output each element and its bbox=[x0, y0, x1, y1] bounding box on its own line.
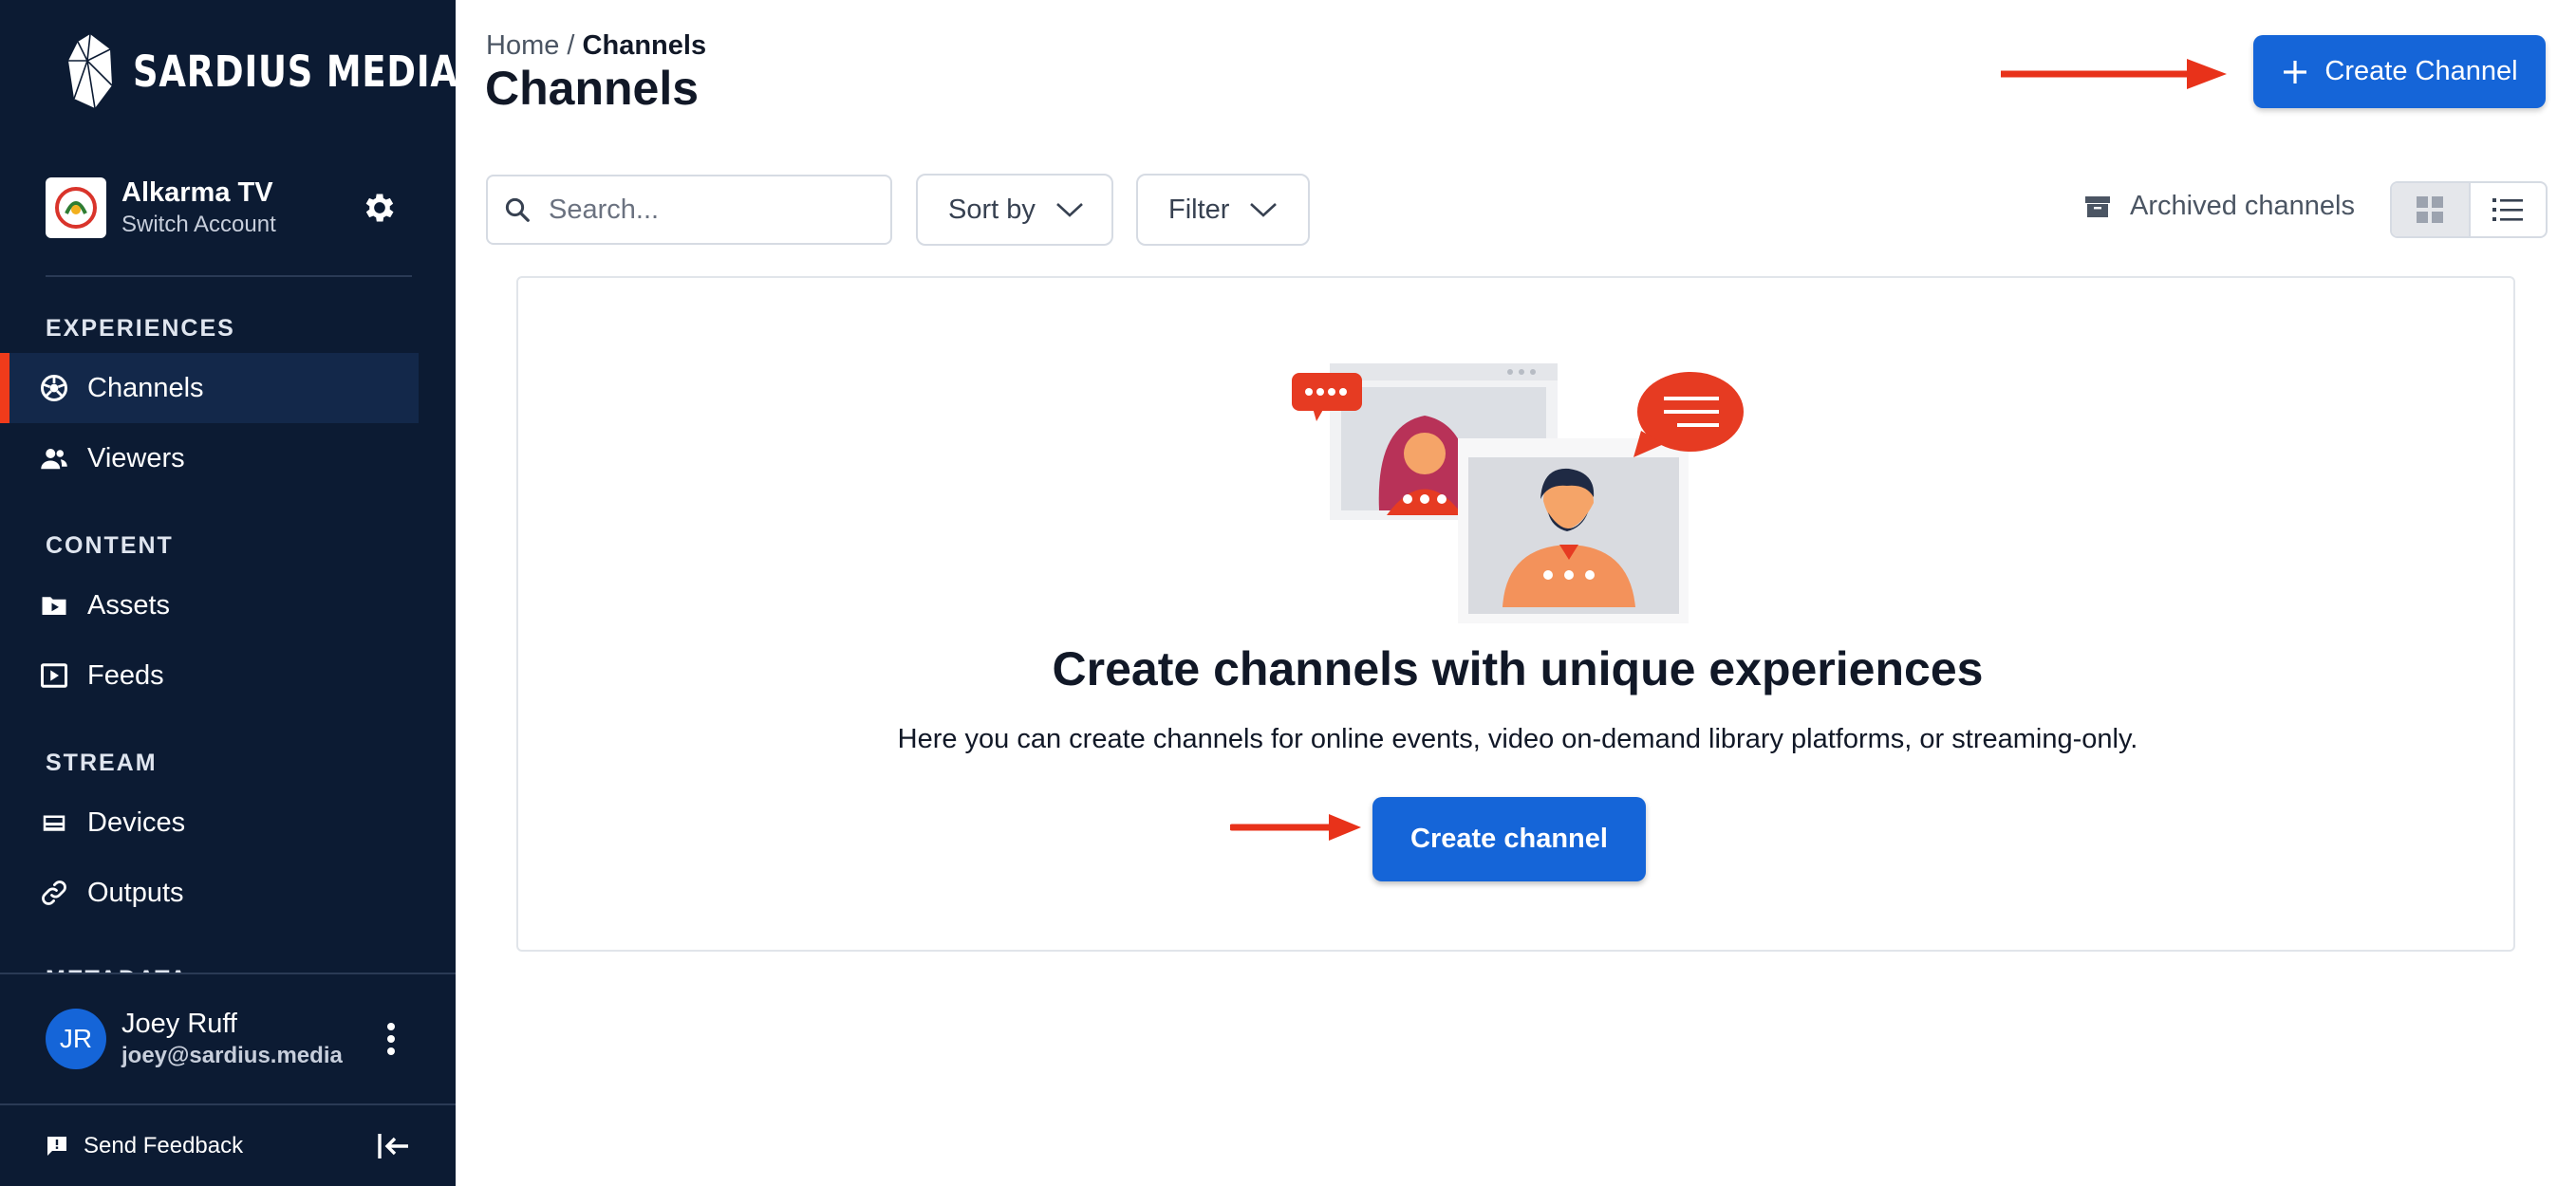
breadcrumb-current: Channels bbox=[582, 30, 707, 61]
user-email: joey@sardius.media bbox=[121, 1043, 343, 1068]
archived-channels-label: Archived channels bbox=[2130, 191, 2355, 221]
video-chat-illustration bbox=[1292, 363, 1744, 623]
sidebar-item-feeds[interactable]: Feeds bbox=[0, 640, 419, 711]
send-feedback-link[interactable]: Send Feedback bbox=[84, 1133, 376, 1159]
create-channel-label: Create Channel bbox=[2324, 56, 2518, 86]
account-name: Alkarma TV bbox=[121, 177, 273, 208]
sidebar-item-label: Channels bbox=[87, 372, 204, 403]
sidebar-item-channels[interactable]: Channels bbox=[0, 353, 419, 423]
page-title: Channels bbox=[485, 62, 700, 115]
folder-play-icon bbox=[42, 597, 66, 615]
account-switcher[interactable]: Alkarma TV Switch Account bbox=[46, 176, 412, 239]
brand-logo[interactable]: SARDIUS MEDIA® bbox=[66, 32, 456, 110]
breadcrumb-home[interactable]: Home bbox=[486, 30, 559, 61]
empty-state-title: Create channels with unique experiences bbox=[1052, 642, 1984, 695]
link-icon bbox=[42, 880, 66, 905]
sidebar-divider bbox=[46, 275, 412, 277]
feedback-icon bbox=[47, 1136, 66, 1156]
create-channel-empty-button[interactable]: Create channel bbox=[1372, 797, 1646, 881]
channels-icon bbox=[41, 375, 67, 401]
sidebar-item-label: Feeds bbox=[87, 659, 164, 691]
annotation-arrow-middle bbox=[1230, 814, 1361, 841]
grid-view-button[interactable] bbox=[2392, 183, 2469, 236]
collapse-sidebar-icon[interactable] bbox=[376, 1128, 412, 1164]
sidebar-item-assets[interactable]: Assets bbox=[0, 570, 419, 640]
sidebar-footer: Send Feedback bbox=[0, 1103, 456, 1186]
crystal-logo-icon bbox=[68, 33, 113, 109]
grid-icon bbox=[2417, 196, 2444, 223]
sidebar: SARDIUS MEDIA® Alkarma TV Switch Account… bbox=[0, 0, 456, 1186]
sidebar-item-outputs[interactable]: Outputs bbox=[0, 858, 419, 928]
plus-icon bbox=[2284, 60, 2307, 83]
sort-by-label: Sort by bbox=[948, 194, 1036, 225]
search-box bbox=[486, 175, 892, 245]
breadcrumb-separator: / bbox=[567, 30, 575, 61]
view-toggle bbox=[2390, 181, 2548, 238]
account-avatar bbox=[46, 177, 106, 238]
create-channel-button[interactable]: Create Channel bbox=[2253, 35, 2546, 108]
list-view-button[interactable] bbox=[2468, 183, 2546, 236]
sidebar-item-viewers[interactable]: Viewers bbox=[0, 423, 419, 493]
user-profile: JR Joey Ruff joey@sardius.media bbox=[0, 973, 456, 1103]
brand-name: SARDIUS MEDIA® bbox=[133, 46, 456, 97]
switch-account-link[interactable]: Switch Account bbox=[121, 210, 361, 240]
device-icon bbox=[43, 815, 65, 831]
archived-channels-link[interactable]: Archived channels bbox=[2084, 191, 2355, 222]
sidebar-item-label: Assets bbox=[87, 589, 171, 621]
chevron-down-icon bbox=[1055, 203, 1083, 217]
sidebar-item-label: Devices bbox=[87, 806, 186, 838]
gear-icon[interactable] bbox=[361, 189, 399, 227]
app: SARDIUS MEDIA® Alkarma TV Switch Account… bbox=[0, 0, 2576, 1186]
search-input[interactable] bbox=[549, 194, 871, 226]
sort-by-dropdown[interactable]: Sort by bbox=[916, 174, 1113, 246]
chevron-down-icon bbox=[1250, 203, 1278, 217]
sidebar-item-label: Viewers bbox=[87, 442, 185, 473]
list-icon bbox=[2492, 198, 2524, 221]
filter-label: Filter bbox=[1168, 194, 1230, 225]
empty-state-card: Create channels with unique experiences … bbox=[516, 276, 2515, 952]
section-label-content: CONTENT bbox=[46, 532, 174, 559]
breadcrumb: Home / Channels bbox=[486, 30, 706, 62]
search-icon bbox=[505, 197, 530, 222]
sidebar-item-devices[interactable]: Devices bbox=[0, 788, 419, 858]
account-logo-icon bbox=[55, 187, 97, 229]
users-icon bbox=[41, 449, 67, 470]
more-vertical-icon[interactable] bbox=[372, 1015, 410, 1063]
annotation-arrow-top bbox=[2001, 59, 2227, 89]
user-name: Joey Ruff bbox=[121, 1009, 237, 1039]
filter-dropdown[interactable]: Filter bbox=[1136, 174, 1310, 246]
section-label-stream: STREAM bbox=[46, 750, 158, 776]
sidebar-item-label: Outputs bbox=[87, 877, 184, 908]
feed-icon bbox=[41, 663, 67, 688]
avatar[interactable]: JR bbox=[46, 1009, 106, 1069]
archive-icon bbox=[2085, 195, 2110, 217]
empty-state-description: Here you can create channels for online … bbox=[897, 724, 2138, 754]
section-label-experiences: EXPERIENCES bbox=[46, 315, 235, 342]
